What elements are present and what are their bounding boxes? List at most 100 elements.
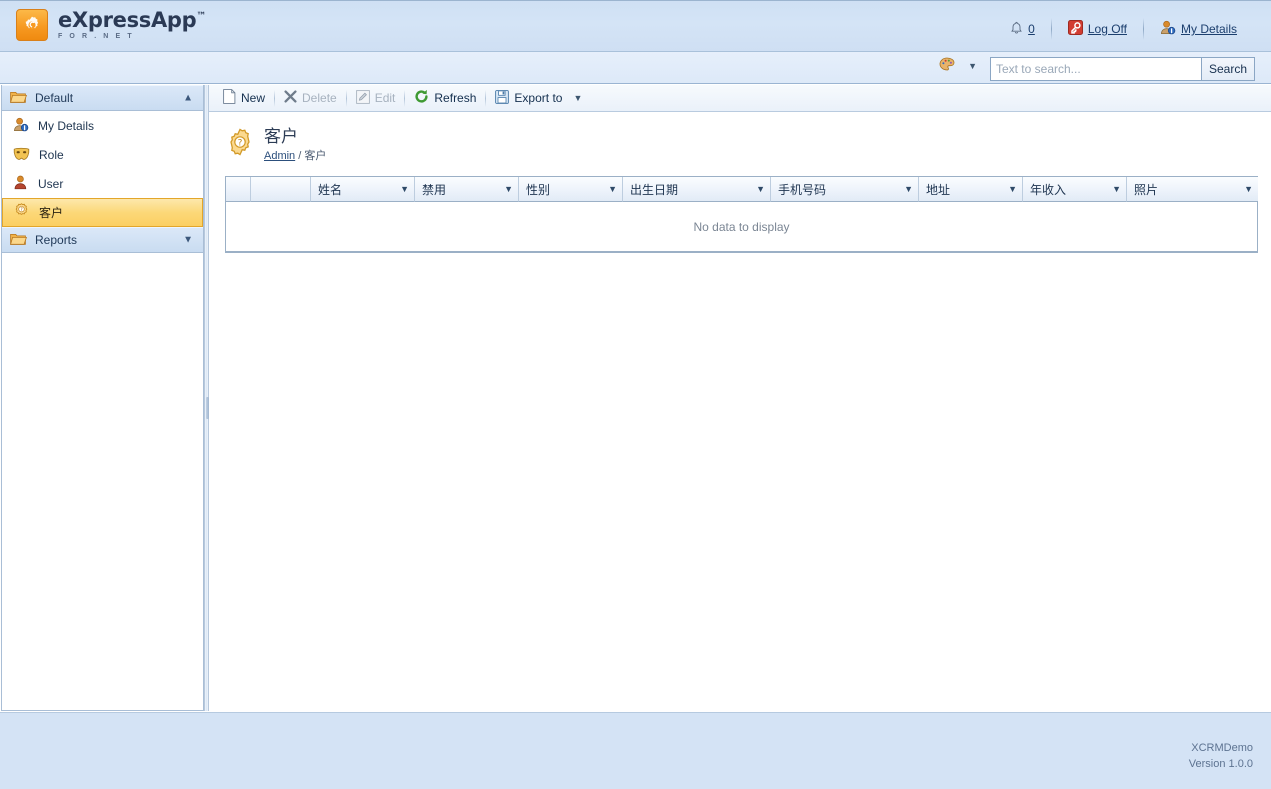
export-to-button[interactable]: Export to ▼ [487,87,590,109]
sidebar-item-customer[interactable]: ? 客户 [2,198,203,227]
column-filter-icon[interactable]: ▼ [904,184,913,194]
grid-empty-message: No data to display [226,202,1257,251]
export-disk-icon [495,89,510,107]
app-header: eXpressApp™ F O R . N E T 0 Log Off My D… [0,0,1271,52]
toolbar-divider [345,89,347,107]
sidebar-group-label: Default [35,91,74,105]
export-to-label: Export to [514,91,563,105]
column-filter-icon[interactable]: ▼ [400,184,409,194]
grid-column-header[interactable]: 禁用 ▼ [415,177,519,202]
app-footer: XCRMDemo Version 1.0.0 [0,712,1271,789]
grid-column-label: 性别 [526,182,551,197]
notifications-link[interactable]: 0 [994,19,1051,39]
folder-open-icon [10,90,27,107]
x-icon [284,90,297,106]
search-bar: ▼ Search [0,52,1271,84]
sidebar-group-default[interactable]: Default ▲ [2,85,203,111]
folder-open-icon [10,232,27,249]
new-button[interactable]: New [215,87,273,109]
palette-icon[interactable] [939,57,955,75]
column-filter-icon[interactable]: ▼ [1008,184,1017,194]
search-button[interactable]: Search [1200,58,1254,80]
theme-selector[interactable]: ▼ [939,57,977,75]
mask-icon [13,146,30,164]
sidebar-item-label: 客户 [39,206,64,220]
sidebar-group-label: Reports [35,233,78,247]
user-details-icon [1160,20,1176,38]
grid-column-header-blank[interactable] [251,177,311,202]
user-icon [13,175,29,193]
grid-column-header[interactable]: 手机号码 ▼ [771,177,919,202]
delete-label: Delete [302,91,337,105]
grid-header-row: 姓名 ▼ 禁用 ▼ 性别 ▼ 出生日期 ▼ 手机号码 ▼ 地址 ▼ 年收入 ▼ 照片 ▼ [226,177,1258,202]
sidebar-item-label: My Details [38,118,95,133]
column-filter-icon[interactable]: ▼ [756,184,765,194]
grid-column-label: 出生日期 [630,182,679,197]
sidebar-group-reports[interactable]: Reports ▼ [2,227,203,253]
grid-column-label: 照片 [1134,182,1159,197]
gear-question-icon: ? [226,128,254,159]
column-filter-icon[interactable]: ▼ [1112,184,1121,194]
edit-label: Edit [374,91,396,105]
bell-icon [1010,21,1023,38]
svg-text:?: ? [20,207,23,213]
user-details-icon [13,117,29,135]
sidebar-item-user[interactable]: User [2,169,203,198]
grid-column-header[interactable]: 地址 ▼ [919,177,1023,202]
grid-column-label: 禁用 [422,182,447,197]
refresh-button[interactable]: Refresh [406,87,484,109]
app-version: Version 1.0.0 [1188,757,1253,770]
app-name: XCRMDemo [1191,742,1253,754]
grid-column-label: 姓名 [318,182,343,197]
page-header: ? 客户 Admin / 客户 [209,112,1271,162]
brand-name: eXpressApp™ [58,10,206,31]
search-group: Search [989,57,1255,81]
gear-question-icon: ? [13,203,30,222]
chevron-down-icon[interactable]: ▼ [573,93,582,103]
column-filter-icon[interactable]: ▼ [504,184,513,194]
log-off-link[interactable]: Log Off [1052,19,1143,39]
gear-logo-icon [16,9,48,41]
breadcrumb: Admin / 客户 [264,150,326,163]
breadcrumb-current: 客户 [304,149,327,162]
breadcrumb-admin-link[interactable]: Admin [264,150,295,162]
grid-column-header[interactable]: 出生日期 ▼ [623,177,771,202]
toolbar-divider [485,89,487,107]
grid-column-header[interactable]: 性别 ▼ [519,177,623,202]
refresh-icon [414,89,429,107]
grid-column-header-blank[interactable] [226,177,251,202]
header-links: 0 Log Off My Details [994,18,1253,40]
column-filter-icon[interactable]: ▼ [608,184,617,194]
edit-button[interactable]: Edit [348,87,404,109]
grid-column-label: 手机号码 [778,182,827,197]
new-page-icon [223,89,236,107]
chevron-down-icon[interactable]: ▼ [183,235,193,246]
sidebar-item-label: User [38,176,64,191]
sidebar-item-role[interactable]: Role [2,140,203,169]
grid-column-header[interactable]: 年收入 ▼ [1023,177,1127,202]
log-off-label: Log Off [1087,22,1127,36]
chevron-up-icon[interactable]: ▲ [183,93,193,104]
brand-name-text: eXpressApp [58,8,197,32]
svg-text:?: ? [238,138,243,148]
footer-info: XCRMDemo Version 1.0.0 [1189,741,1253,773]
main-content: New Delete Edit Refresh Export to ▼ ? 客户… [209,85,1271,711]
my-details-link[interactable]: My Details [1144,19,1253,39]
grid-column-label: 年收入 [1030,182,1067,197]
toolbar-divider [404,89,406,107]
chevron-down-icon[interactable]: ▼ [968,61,977,71]
sidebar-item-label: Role [39,147,64,162]
search-input[interactable] [990,58,1201,80]
grid-column-header[interactable]: 照片 ▼ [1127,177,1258,202]
action-toolbar: New Delete Edit Refresh Export to ▼ [209,85,1271,112]
customers-grid: 姓名 ▼ 禁用 ▼ 性别 ▼ 出生日期 ▼ 手机号码 ▼ 地址 ▼ 年收入 ▼ 照片 ▼ No data to… [225,176,1258,253]
brand-logo: eXpressApp™ F O R . N E T [16,9,206,41]
sidebar-item-my-details[interactable]: My Details [2,111,203,140]
column-filter-icon[interactable]: ▼ [1244,184,1253,194]
refresh-label: Refresh [434,91,477,105]
grid-column-header[interactable]: 姓名 ▼ [311,177,415,202]
my-details-label: My Details [1180,22,1237,36]
delete-button[interactable]: Delete [276,87,345,109]
brand-tm: ™ [196,11,207,22]
notifications-count: 0 [1028,22,1035,36]
